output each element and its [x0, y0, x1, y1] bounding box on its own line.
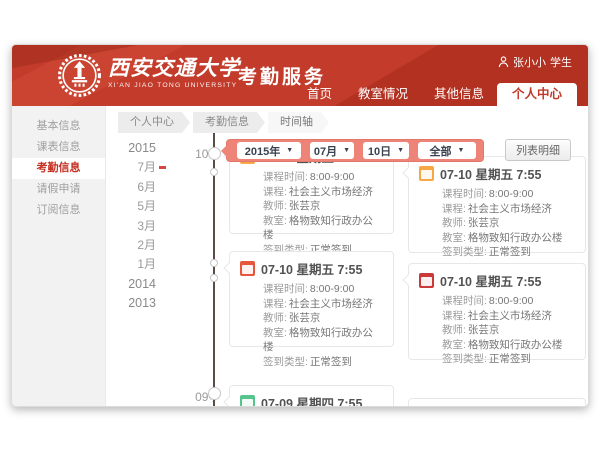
user-role: 学生: [550, 54, 572, 70]
year-dropdown[interactable]: 2015年▼: [237, 142, 301, 159]
app-window: 西安交通大学 XI'AN JIAO TONG UNIVERSITY 考勤服务 张…: [11, 44, 589, 407]
app-header: 西安交通大学 XI'AN JIAO TONG UNIVERSITY 考勤服务 张…: [12, 45, 588, 106]
filter-bar: 2015年▼ 07月▼ 10日▼ 全部▼: [226, 139, 484, 162]
timeline-node: [210, 274, 218, 282]
university-name-en: XI'AN JIAO TONG UNIVERSITY: [108, 82, 240, 89]
attendance-card[interactable]: 07-10 星期五 7:55 课程时间:8:00-9:00 课程:社会主义市场经…: [408, 263, 586, 360]
caret-down-icon: ▼: [286, 147, 293, 154]
stamp-icon: [419, 273, 434, 288]
sidebar: 基本信息 课表信息 考勤信息 请假申请 订阅信息: [12, 106, 106, 406]
card-notch: [402, 167, 413, 178]
caret-down-icon: ▼: [458, 147, 465, 154]
breadcrumb: 个人中心 考勤信息 时间轴: [118, 112, 332, 133]
university-name-cn: 西安交通大学: [108, 56, 240, 80]
nav-other-info[interactable]: 其他信息: [421, 83, 497, 106]
attendance-card-partial[interactable]: [408, 398, 586, 407]
user-name: 张小小: [513, 54, 546, 70]
timeline-month-march[interactable]: 3月: [106, 217, 156, 236]
timeline-month-july[interactable]: 7月: [106, 158, 156, 177]
timeline-month-june[interactable]: 6月: [106, 178, 156, 197]
sidebar-item-leave-request[interactable]: 请假申请: [12, 179, 105, 200]
card-notch: [223, 396, 234, 407]
app-body: 基本信息 课表信息 考勤信息 请假申请 订阅信息 个人中心 考勤信息 时间轴 2…: [12, 106, 588, 406]
scope-dropdown[interactable]: 全部▼: [418, 142, 476, 159]
card-details: 课程时间:8:00-9:00 课程:社会主义市场经济 教师:张芸京 教室:格物致…: [263, 282, 383, 370]
timeline-node: [208, 387, 221, 400]
timeline-node: [210, 168, 218, 176]
caret-down-icon: ▼: [343, 147, 350, 154]
university-logo-icon: [57, 53, 102, 98]
sidebar-item-basic-info[interactable]: 基本信息: [12, 116, 105, 137]
card-date: 07-10 星期五 7:55: [440, 271, 541, 290]
nav-classrooms[interactable]: 教室情况: [345, 83, 421, 106]
timeline-year-2013[interactable]: 2013: [106, 294, 156, 313]
attendance-card[interactable]: 07-10 星期五 7:55 课程时间:8:00-9:00 课程:社会主义市场经…: [408, 156, 586, 253]
calendar-icon: [240, 261, 255, 276]
breadcrumb-timeline[interactable]: 时间轴: [268, 112, 329, 133]
card-date: 07-10 星期五 7:55: [440, 164, 541, 183]
attendance-card[interactable]: 07-09 星期四 7:55: [229, 385, 394, 407]
card-details: 课程时间:8:00-9:00 课程:社会主义市场经济 教师:张芸京 教室:格物致…: [442, 187, 575, 260]
user-info[interactable]: 张小小 学生: [498, 54, 572, 70]
timeline-month-may[interactable]: 5月: [106, 197, 156, 216]
nav-personal-center[interactable]: 个人中心: [497, 83, 577, 106]
calendar-icon: [240, 395, 255, 407]
timeline-year-2015[interactable]: 2015: [106, 139, 156, 158]
breadcrumb-attendance-info[interactable]: 考勤信息: [193, 112, 265, 133]
month-dropdown[interactable]: 07月▼: [310, 142, 354, 159]
timeline-month-february[interactable]: 2月: [106, 236, 156, 255]
person-icon: [498, 56, 509, 68]
card-details: 课程时间:8:00-9:00 课程:社会主义市场经济 教师:张芸京 教室:格物致…: [442, 294, 575, 367]
attendance-card[interactable]: 07-10 星期五 7:55 课程时间:8:00-9:00 课程:社会主义市场经…: [229, 251, 394, 347]
screenshot-canvas: 西安交通大学 XI'AN JIAO TONG UNIVERSITY 考勤服务 张…: [0, 0, 600, 450]
timeline-year-2014[interactable]: 2014: [106, 275, 156, 294]
caret-down-icon: ▼: [397, 147, 404, 154]
sidebar-item-schedule-info[interactable]: 课表信息: [12, 137, 105, 158]
breadcrumb-personal-center[interactable]: 个人中心: [118, 112, 190, 133]
sidebar-item-subscription-info[interactable]: 订阅信息: [12, 200, 105, 221]
timeline-month-list: 2015 7月 6月 5月 3月 2月 1月 2014 2013: [106, 139, 156, 314]
timeline-month-january[interactable]: 1月: [106, 255, 156, 274]
nav-home[interactable]: 首页: [294, 83, 345, 106]
card-notch: [223, 262, 234, 273]
sidebar-item-attendance-info[interactable]: 考勤信息: [12, 158, 105, 179]
card-date: 07-10 星期五 7:55: [261, 259, 362, 278]
main-content: 个人中心 考勤信息 时间轴 2015 7月 6月 5月 3月 2月 1月 201…: [106, 106, 588, 406]
card-notch: [402, 274, 413, 285]
list-detail-button[interactable]: 列表明细: [505, 139, 571, 161]
card-date: 07-09 星期四 7:55: [261, 393, 362, 407]
university-brand: 西安交通大学 XI'AN JIAO TONG UNIVERSITY: [108, 56, 240, 89]
card-details: 课程时间:8:00-9:00 课程:社会主义市场经济 教师:张芸京 教室:格物致…: [263, 170, 383, 258]
timeline-node: [210, 259, 218, 267]
day-dropdown[interactable]: 10日▼: [363, 142, 409, 159]
calendar-icon: [419, 166, 434, 181]
main-nav: 首页 教室情况 其他信息 个人中心: [294, 83, 577, 106]
